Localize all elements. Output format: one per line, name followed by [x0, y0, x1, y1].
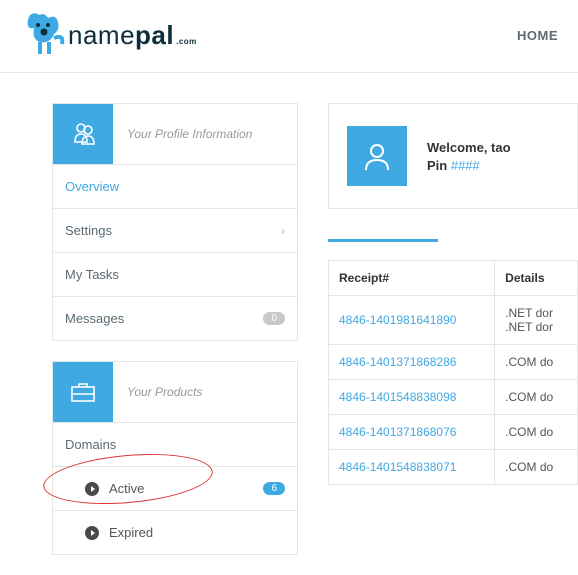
- table-row: 4846-1401371868076 .COM do: [329, 415, 578, 450]
- products-panel-title: Your Products: [113, 385, 297, 399]
- active-tab-indicator: [328, 239, 438, 242]
- detail-cell: .COM do: [495, 450, 578, 485]
- profile-panel-title: Your Profile Information: [113, 127, 297, 141]
- receipt-link[interactable]: 4846-1401371868076: [339, 425, 456, 439]
- pin-value: ####: [451, 158, 480, 173]
- detail-cell: .COM do: [495, 415, 578, 450]
- table-row: 4846-1401548838098 .COM do: [329, 380, 578, 415]
- chevron-right-icon: ›: [281, 224, 285, 238]
- submenu-active[interactable]: Active 6: [53, 466, 297, 510]
- messages-count-badge: 0: [263, 312, 285, 325]
- menu-tasks[interactable]: My Tasks: [53, 252, 297, 296]
- pin-line: Pin ####: [427, 158, 511, 173]
- play-circle-icon: [85, 526, 99, 540]
- menu-messages[interactable]: Messages 0: [53, 296, 297, 340]
- profile-panel: Your Profile Information Overview Settin…: [52, 103, 298, 341]
- submenu-expired-label: Expired: [109, 525, 153, 540]
- menu-settings[interactable]: Settings ›: [53, 208, 297, 252]
- submenu-expired[interactable]: Expired: [53, 510, 297, 554]
- menu-settings-label: Settings: [65, 223, 112, 238]
- products-panel: Your Products Domains Active 6 Expired: [52, 361, 298, 555]
- brand-text: namepal.com: [68, 20, 197, 51]
- logo[interactable]: namepal.com: [20, 10, 197, 60]
- receipts-table: Receipt# Details 4846-1401981641890 .NET…: [328, 260, 578, 485]
- header: namepal.com HOME: [0, 0, 578, 73]
- brand-name: name: [68, 20, 135, 51]
- active-count-badge: 6: [263, 482, 285, 495]
- submenu-active-label: Active: [109, 481, 144, 496]
- menu-domains[interactable]: Domains: [53, 422, 297, 466]
- table-row: 4846-1401981641890 .NET dor.NET dor: [329, 296, 578, 345]
- detail-cell: .COM do: [495, 345, 578, 380]
- receipts-table-wrap: Receipt# Details 4846-1401981641890 .NET…: [328, 260, 578, 485]
- profile-icon: [53, 104, 113, 164]
- welcome-box: Welcome, tao Pin ####: [328, 103, 578, 209]
- detail-cell: .COM do: [495, 380, 578, 415]
- menu-messages-label: Messages: [65, 311, 124, 326]
- user-icon: [347, 126, 407, 186]
- welcome-line: Welcome, tao: [427, 140, 511, 155]
- table-row: 4846-1401548838071 .COM do: [329, 450, 578, 485]
- brand-bold: pal: [135, 20, 174, 51]
- table-row: 4846-1401371868286 .COM do: [329, 345, 578, 380]
- receipt-link[interactable]: 4846-1401548838071: [339, 460, 456, 474]
- brand-tld: .com: [176, 37, 197, 46]
- menu-overview[interactable]: Overview: [53, 164, 297, 208]
- dog-logo-icon: [20, 10, 68, 60]
- receipt-link[interactable]: 4846-1401981641890: [339, 313, 456, 327]
- play-circle-icon: [85, 482, 99, 496]
- col-receipt: Receipt#: [329, 261, 495, 296]
- detail-cell: .NET dor.NET dor: [495, 296, 578, 345]
- col-details: Details: [495, 261, 578, 296]
- receipt-link[interactable]: 4846-1401371868286: [339, 355, 456, 369]
- pin-label: Pin: [427, 158, 451, 173]
- nav-home-link[interactable]: HOME: [517, 28, 558, 43]
- briefcase-icon: [53, 362, 113, 422]
- receipt-link[interactable]: 4846-1401548838098: [339, 390, 456, 404]
